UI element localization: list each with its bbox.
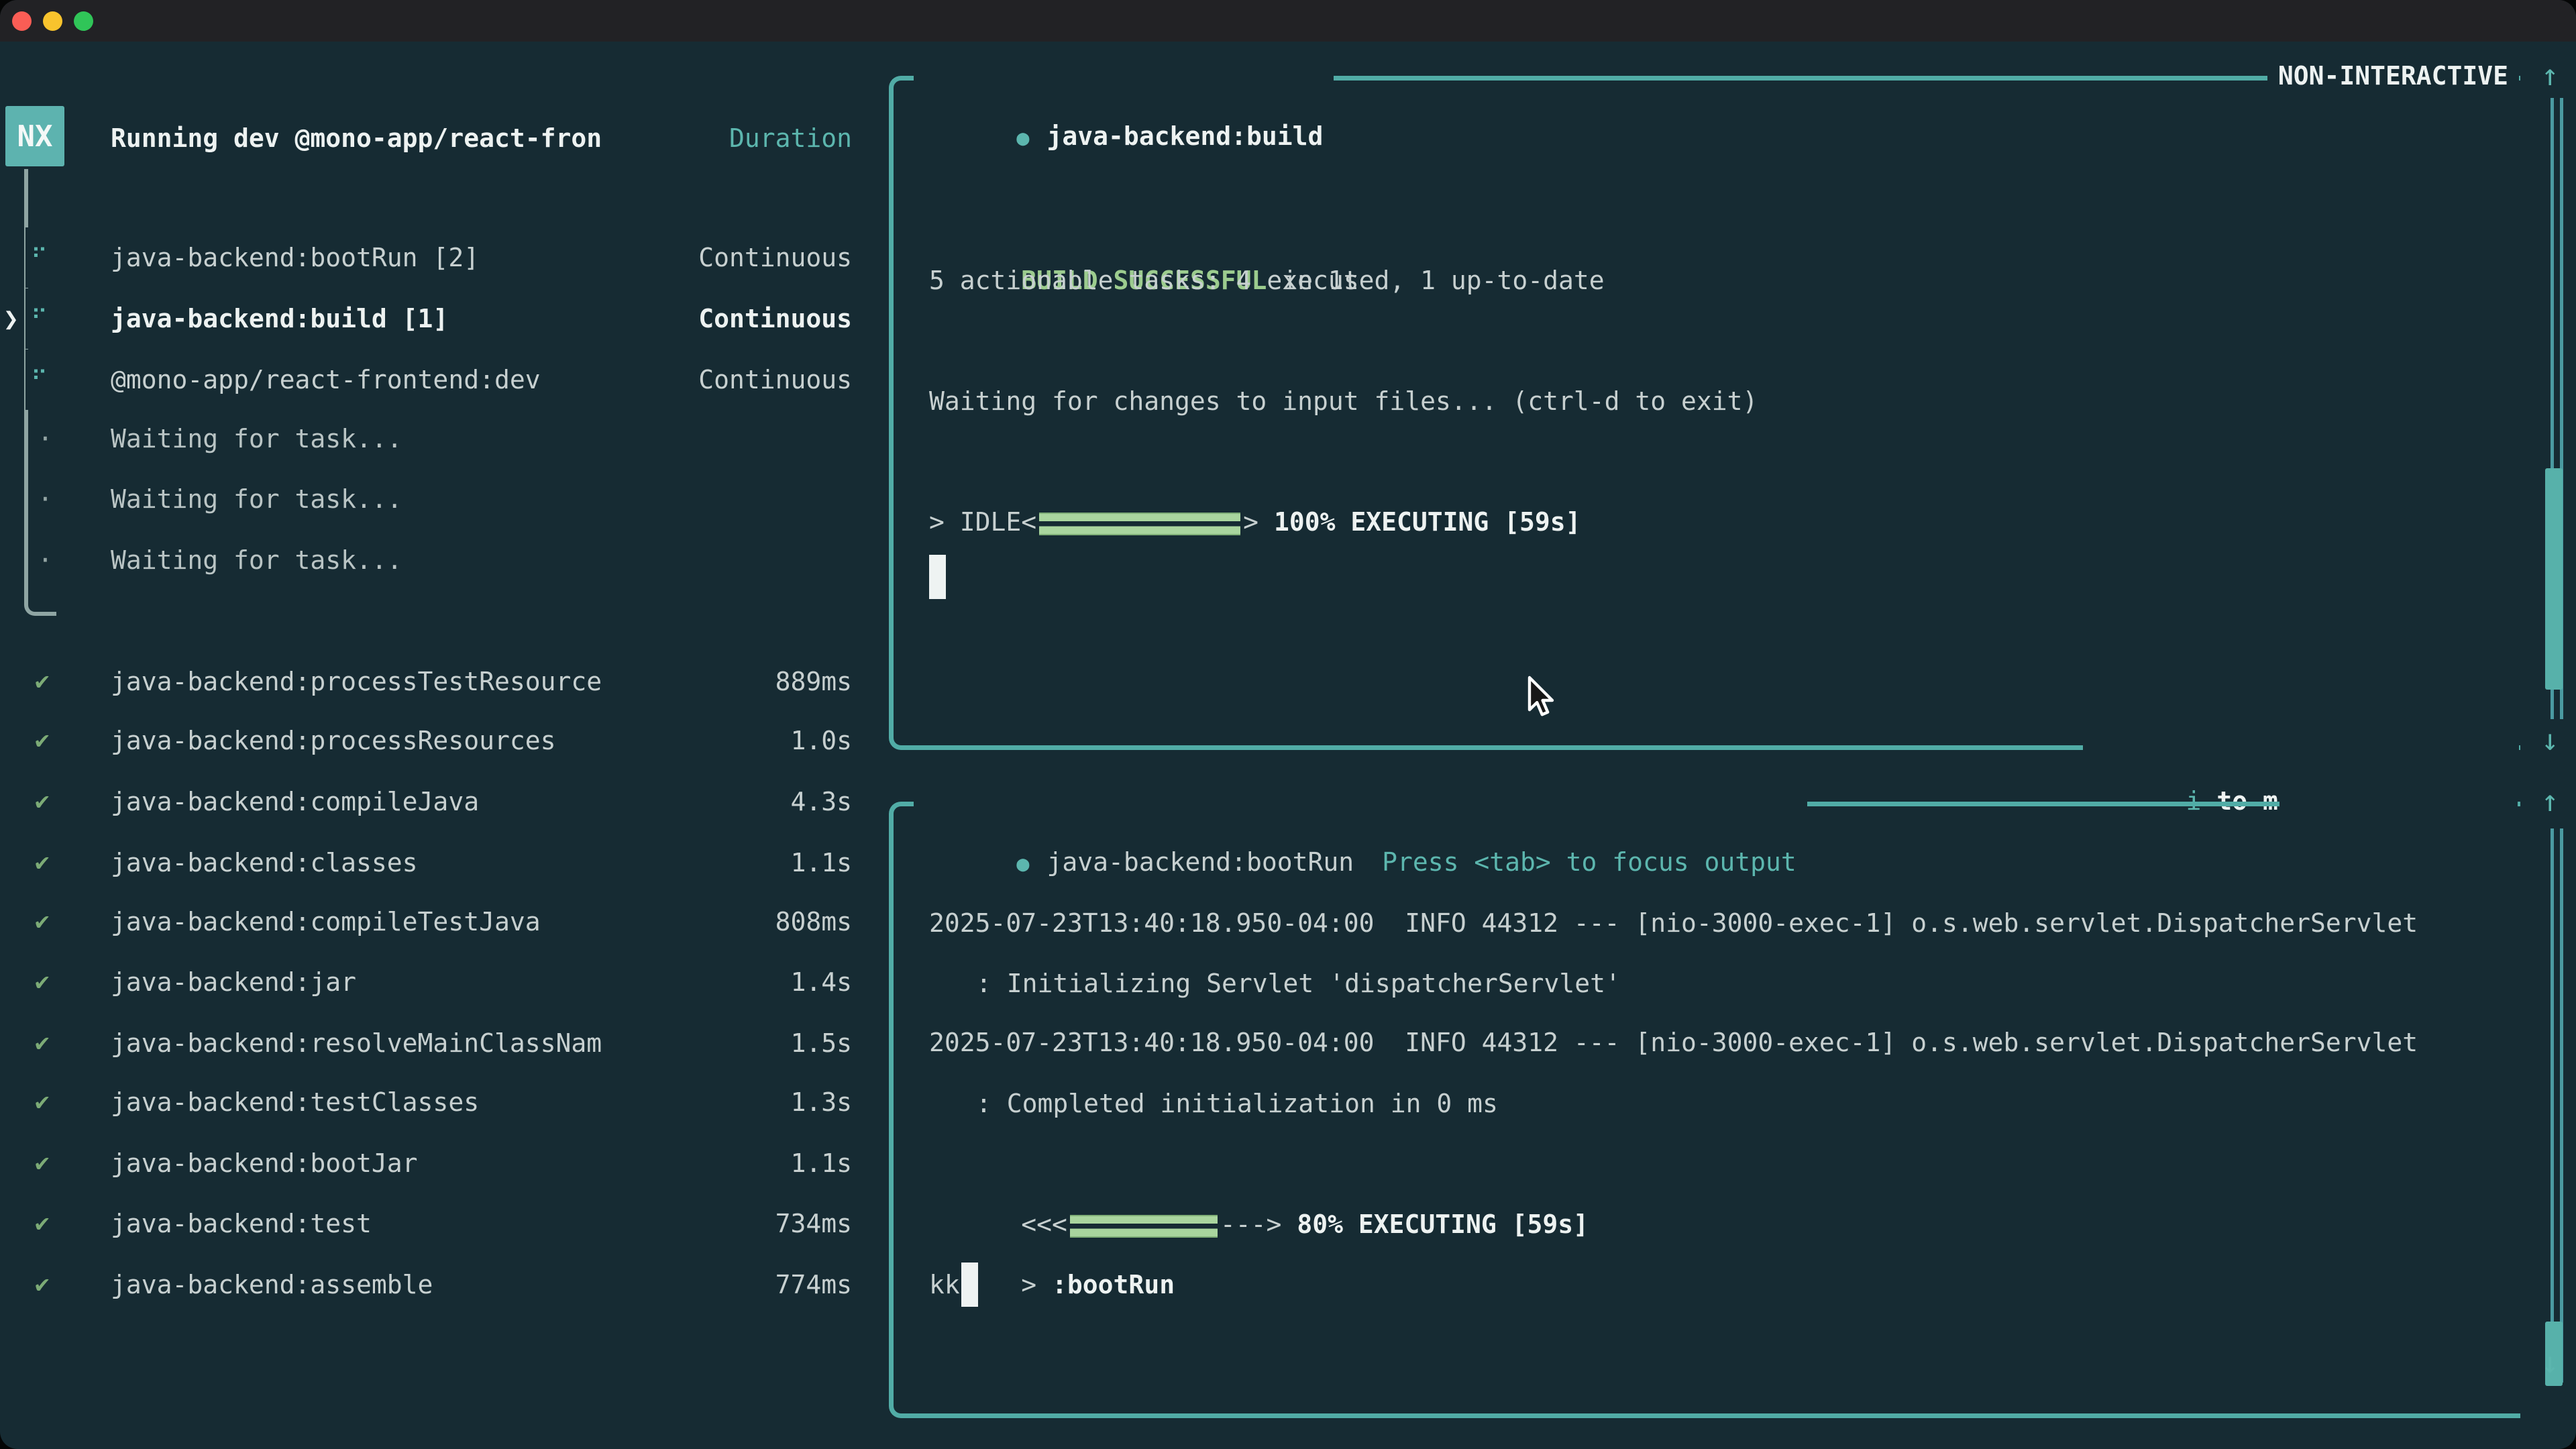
progress-status-text: 100% EXECUTING [59s] bbox=[1258, 507, 1580, 537]
waiting-for-changes-line: Waiting for changes to input files... (c… bbox=[929, 371, 1758, 431]
waiting-label: Waiting for task... bbox=[111, 409, 402, 469]
non-interactive-badge: NON-INTERACTIVE bbox=[2267, 46, 2519, 106]
nx-logo: NX bbox=[5, 106, 64, 166]
check-icon: ✔ bbox=[35, 771, 50, 832]
pending-dot-icon: · bbox=[38, 409, 53, 469]
task-label: java-backend:build [1] bbox=[111, 288, 448, 349]
close-window-icon[interactable] bbox=[12, 11, 32, 31]
nx-logo-label: NX bbox=[17, 119, 53, 154]
window-titlebar bbox=[0, 0, 2576, 42]
task-label: java-backend:bootJar bbox=[111, 1133, 418, 1193]
pagination: ← 1/2 → bbox=[25, 1375, 255, 1449]
actionable-tasks-line: 5 actionable tasks: 4 executed, 1 up-to-… bbox=[929, 250, 1605, 311]
gradle-progress-line-build: < > 100% EXECUTING [59s] bbox=[929, 431, 1581, 612]
bootrun-pane-title: java-backend:bootRun bbox=[1047, 847, 1354, 877]
task-label: java-backend:processTestResource bbox=[111, 651, 602, 712]
log-line-continuation: : Completed initialization in 0 ms bbox=[976, 1073, 1498, 1134]
task-running-dot-icon: ● bbox=[1016, 851, 1029, 876]
task-running-dot-icon: ● bbox=[1016, 125, 1029, 150]
log-line: 2025-07-23T13:40:18.950-04:00 INFO 44312… bbox=[929, 893, 2418, 953]
mouse-cursor bbox=[1517, 675, 1558, 723]
check-icon: ✔ bbox=[35, 1013, 50, 1073]
scroll-up-icon[interactable]: ↑ bbox=[2541, 46, 2559, 106]
task-duration: 808ms bbox=[604, 892, 852, 952]
header-border-gap bbox=[2279, 773, 2518, 832]
log-line-continuation: : Initializing Servlet 'dispatcherServle… bbox=[976, 953, 1621, 1014]
spinner-icon: ⠋ bbox=[25, 288, 53, 349]
task-duration: 1.4s bbox=[604, 952, 852, 1012]
minimize-window-icon[interactable] bbox=[43, 11, 62, 31]
check-icon: ✔ bbox=[35, 952, 50, 1012]
task-label: java-backend:compileTestJava bbox=[111, 892, 541, 952]
zoom-window-icon[interactable] bbox=[74, 11, 93, 31]
task-duration: 1.0s bbox=[604, 710, 852, 771]
task-duration: 734ms bbox=[604, 1193, 852, 1254]
pending-dot-icon: · bbox=[38, 530, 53, 590]
focus-output-hint: Press <tab> to focus output bbox=[1382, 847, 1796, 877]
task-status: Continuous bbox=[604, 227, 852, 288]
duration-column-header: Duration bbox=[604, 108, 852, 168]
typed-input-text: kk bbox=[929, 1254, 960, 1315]
check-icon: ✔ bbox=[35, 1254, 50, 1315]
task-label: java-backend:bootRun [2] bbox=[111, 227, 479, 288]
check-icon: ✔ bbox=[35, 1133, 50, 1193]
task-label: java-backend:test bbox=[111, 1193, 372, 1254]
task-label: @mono-app/react-frontend:dev bbox=[111, 350, 541, 410]
selected-arrow-icon: ❯ bbox=[3, 288, 19, 349]
terminal-window: NX Running dev @mono-app/react-fron Dura… bbox=[0, 0, 2576, 1449]
progress-open-bracket: < bbox=[1021, 507, 1036, 537]
task-label: java-backend:classes bbox=[111, 833, 418, 893]
task-label: java-backend:testClasses bbox=[111, 1072, 479, 1132]
progress-bar-fill bbox=[1039, 513, 1240, 535]
task-duration: 1.1s bbox=[604, 1133, 852, 1193]
waiting-label: Waiting for task... bbox=[111, 469, 402, 529]
waiting-label: Waiting for task... bbox=[111, 530, 402, 590]
progress-close-bracket: > bbox=[1243, 507, 1258, 537]
check-icon: ✔ bbox=[35, 1193, 50, 1254]
sidebar-title: Running dev @mono-app/react-fron bbox=[111, 108, 602, 168]
task-duration: 1.5s bbox=[604, 1013, 852, 1073]
check-icon: ✔ bbox=[35, 833, 50, 893]
log-line: 2025-07-23T13:40:18.950-04:00 INFO 44312… bbox=[929, 1012, 2418, 1073]
spinner-icon: ⠋ bbox=[25, 350, 53, 410]
task-label: java-backend:assemble bbox=[111, 1254, 433, 1315]
scroll-down-icon[interactable]: ↓ bbox=[2541, 710, 2559, 771]
pending-dot-icon: · bbox=[38, 469, 53, 529]
task-label: java-backend:compileJava bbox=[111, 771, 479, 832]
screen: NX Running dev @mono-app/react-fron Dura… bbox=[0, 0, 2576, 1449]
build-scrollbar-thumb[interactable] bbox=[2545, 468, 2563, 690]
task-duration: 774ms bbox=[604, 1254, 852, 1315]
keyboard-hints: quit: q help: ? bbox=[604, 1375, 852, 1449]
sidebar: NX Running dev @mono-app/react-fron Dura… bbox=[0, 42, 887, 1449]
task-label: java-backend:jar bbox=[111, 952, 356, 1012]
task-status: Continuous bbox=[604, 288, 852, 349]
task-duration: 1.3s bbox=[604, 1072, 852, 1132]
terminal-cursor bbox=[929, 555, 946, 599]
task-duration: 1.1s bbox=[604, 833, 852, 893]
task-status: Continuous bbox=[604, 350, 852, 410]
check-icon: ✔ bbox=[35, 651, 50, 712]
terminal-cursor bbox=[961, 1263, 978, 1307]
scroll-down-icon[interactable]: ↓ bbox=[2541, 1333, 2559, 1393]
spinner-icon: ⠋ bbox=[25, 227, 53, 288]
progress-status-text: 80% EXECUTING [59s] bbox=[1281, 1210, 1589, 1239]
idle-line: > IDLE bbox=[929, 492, 1021, 552]
check-icon: ✔ bbox=[35, 892, 50, 952]
task-label: java-backend:resolveMainClassNam bbox=[111, 1013, 602, 1073]
task-duration: 889ms bbox=[604, 651, 852, 712]
prompt-command: :bootRun bbox=[1052, 1270, 1175, 1299]
scroll-up-icon[interactable]: ↑ bbox=[2541, 771, 2559, 832]
check-icon: ✔ bbox=[35, 710, 50, 771]
progress-close-bracket: ---> bbox=[1220, 1210, 1282, 1239]
build-pane-title: java-backend:build bbox=[1047, 121, 1324, 151]
check-icon: ✔ bbox=[35, 1072, 50, 1132]
task-duration: 4.3s bbox=[604, 771, 852, 832]
prompt-arrow: > bbox=[1021, 1270, 1052, 1299]
task-label: java-backend:processResources bbox=[111, 710, 555, 771]
bootrun-scrollbar-track[interactable] bbox=[2551, 828, 2563, 1383]
